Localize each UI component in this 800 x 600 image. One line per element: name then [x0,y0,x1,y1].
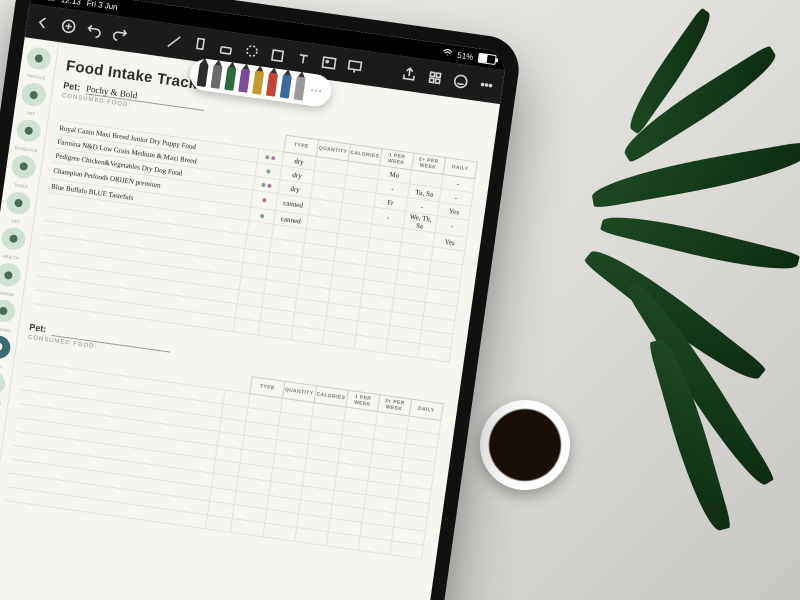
walking-icon [0,304,10,318]
sidebar-item-schedule[interactable] [15,118,42,144]
more-icon[interactable] [477,76,495,94]
tasks-icon [17,160,31,174]
tracker-sheet[interactable]: Food Intake Tracker Pet:Pochy & BoldCONS… [0,42,500,600]
sidebar-item-label: FOOD [0,362,2,369]
sidebar-item-label: EXERCISE [0,398,2,406]
battery-icon [478,53,497,65]
pen-color[interactable] [294,76,306,101]
sidebar-item-health[interactable] [0,226,27,252]
sidebar-item-label: PROFILE [27,73,46,81]
sidebar-item-label: WALKING [0,326,11,334]
eraser-tool-icon[interactable] [217,39,235,57]
toolbar-left-group [34,14,129,43]
pet-dot-icon [262,182,267,187]
pen-color[interactable] [197,62,209,87]
bookmarks-icon[interactable] [426,69,444,87]
pen-tray-more-icon[interactable]: ⋯ [308,82,324,98]
pet-dot-icon [262,198,267,203]
sidebar-item-food[interactable] [0,334,12,360]
sidebar-item-label: VET [11,218,20,224]
health-icon [7,232,21,246]
groom-icon [2,268,16,282]
food-dots-cell [233,318,260,335]
redo-icon[interactable] [111,25,129,43]
food-icon [0,340,5,354]
schedule-icon [22,124,36,138]
background-coffee-cup [480,400,570,490]
sidebar-item-tasks[interactable] [10,154,37,180]
pen-tool-icon[interactable] [166,32,184,50]
ipad-screen: Mail 12:13 Fri 3 Jun 51% [0,0,507,600]
sidebar-item-label: GROOM [0,290,14,297]
undo-icon[interactable] [85,21,103,39]
pet-label: Pet: [63,80,81,92]
pet-dot-icon [268,183,273,188]
status-battery-pct: 51% [457,50,474,61]
pet-icon [27,88,41,102]
ipad-device-frame: Mail 12:13 Fri 3 Jun 51% [0,0,523,600]
sidebar-item-vet[interactable] [5,190,32,216]
pet-dot-icon [265,155,270,160]
smiley-icon[interactable] [452,72,470,90]
profile-icon [32,52,46,66]
sidebar-item-exercise[interactable] [0,370,7,396]
food-dots-cell [206,515,233,532]
pet-dot-icon [271,155,276,160]
pet-label: Pet: [29,322,47,334]
sidebar-item-walking[interactable] [0,298,17,324]
pet-dot-icon [260,213,265,218]
sidebar-item-groom[interactable] [0,262,22,288]
sidebar-item-label: HEALTH [2,254,19,261]
text-tool-icon[interactable] [294,50,312,68]
vet-icon [12,196,26,210]
pen-color[interactable] [266,72,278,97]
pen-color[interactable] [210,64,222,89]
share-icon[interactable] [400,65,418,83]
present-tool-icon[interactable] [346,58,364,76]
status-carrier: Mail [40,0,56,3]
status-date: Fri 3 Jun [86,0,118,11]
pen-color[interactable] [280,74,292,99]
pet-dot-icon [266,169,271,174]
wifi-icon [442,48,453,59]
sidebar-item-label: SCHEDULE [14,145,38,153]
toolbar-right-group [400,65,495,94]
sidebar-item-profile[interactable] [25,46,52,72]
sidebar-item-weight[interactable] [0,406,2,432]
pen-color[interactable] [238,68,250,93]
back-icon[interactable] [34,14,52,32]
background-plant-leaf [589,141,800,209]
highlighter-tool-icon[interactable] [191,36,209,54]
sidebar-item-label: PET [27,110,36,116]
shape-tool-icon[interactable] [269,47,287,65]
add-icon[interactable] [60,17,78,35]
status-time: 12:13 [60,0,81,6]
image-tool-icon[interactable] [320,54,338,72]
sidebar-item-pet[interactable] [20,82,47,108]
lasso-tool-icon[interactable] [243,43,261,61]
pen-color[interactable] [252,70,264,95]
sidebar-item-label: TASKS [14,182,28,189]
pen-color[interactable] [224,66,236,91]
